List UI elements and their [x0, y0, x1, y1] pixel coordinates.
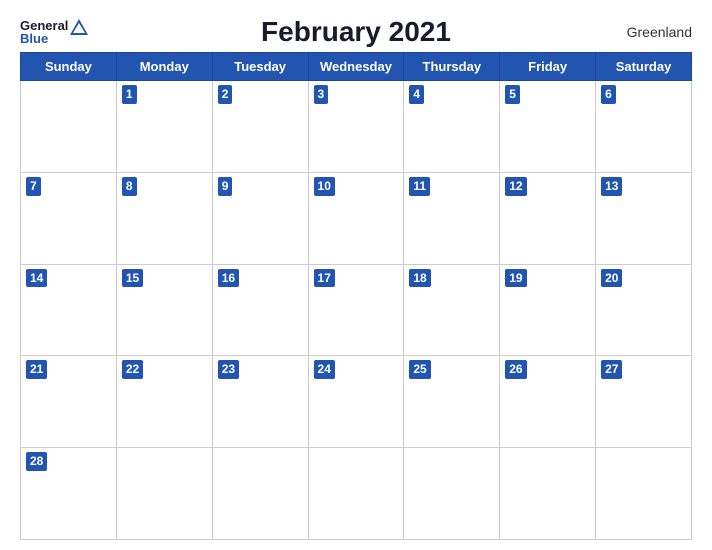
day-number-28: 28 — [26, 452, 47, 471]
day-number-12: 12 — [505, 177, 526, 196]
day-cell-4: 4 — [404, 81, 500, 173]
calendar-table: SundayMondayTuesdayWednesdayThursdayFrid… — [20, 52, 692, 540]
day-cell-2: 2 — [212, 81, 308, 173]
day-cell-20: 20 — [596, 264, 692, 356]
logo-blue-text: Blue — [20, 32, 68, 45]
day-cell-6: 6 — [596, 81, 692, 173]
day-cell-16: 16 — [212, 264, 308, 356]
day-cell-9: 9 — [212, 172, 308, 264]
weekday-header-friday: Friday — [500, 53, 596, 81]
calendar-header: General Blue February 2021 Greenland — [20, 16, 692, 48]
day-number-11: 11 — [409, 177, 430, 196]
day-cell-21: 21 — [21, 356, 117, 448]
day-number-27: 27 — [601, 360, 622, 379]
day-number-18: 18 — [409, 269, 430, 288]
day-cell-23: 23 — [212, 356, 308, 448]
day-number-5: 5 — [505, 85, 520, 104]
day-number-13: 13 — [601, 177, 622, 196]
day-number-25: 25 — [409, 360, 430, 379]
weekday-header-monday: Monday — [116, 53, 212, 81]
day-number-19: 19 — [505, 269, 526, 288]
day-number-2: 2 — [218, 85, 233, 104]
day-number-22: 22 — [122, 360, 143, 379]
logo: General Blue — [20, 19, 88, 45]
day-cell-15: 15 — [116, 264, 212, 356]
day-cell-28: 28 — [21, 448, 117, 540]
day-number-9: 9 — [218, 177, 233, 196]
day-number-8: 8 — [122, 177, 137, 196]
calendar-title: February 2021 — [261, 16, 451, 48]
empty-day-cell — [21, 81, 117, 173]
logo-icon — [70, 19, 88, 35]
day-number-15: 15 — [122, 269, 143, 288]
day-cell-12: 12 — [500, 172, 596, 264]
day-cell-26: 26 — [500, 356, 596, 448]
day-number-6: 6 — [601, 85, 616, 104]
empty-day-cell — [500, 448, 596, 540]
empty-day-cell — [404, 448, 500, 540]
day-number-21: 21 — [26, 360, 47, 379]
empty-day-cell — [596, 448, 692, 540]
week-row-3: 14 15 16 17 18 19 20 — [21, 264, 692, 356]
day-cell-14: 14 — [21, 264, 117, 356]
weekday-header-wednesday: Wednesday — [308, 53, 404, 81]
day-number-1: 1 — [122, 85, 137, 104]
day-cell-11: 11 — [404, 172, 500, 264]
day-number-17: 17 — [314, 269, 335, 288]
day-number-23: 23 — [218, 360, 239, 379]
week-row-4: 21 22 23 24 25 26 27 — [21, 356, 692, 448]
empty-day-cell — [308, 448, 404, 540]
day-number-4: 4 — [409, 85, 424, 104]
empty-day-cell — [116, 448, 212, 540]
week-row-2: 7 8 9 10 11 12 13 — [21, 172, 692, 264]
weekday-header-sunday: Sunday — [21, 53, 117, 81]
day-number-3: 3 — [314, 85, 329, 104]
day-cell-22: 22 — [116, 356, 212, 448]
day-cell-8: 8 — [116, 172, 212, 264]
weekday-header-thursday: Thursday — [404, 53, 500, 81]
week-row-1: 1 2 3 4 5 6 — [21, 81, 692, 173]
day-cell-27: 27 — [596, 356, 692, 448]
day-cell-1: 1 — [116, 81, 212, 173]
day-cell-18: 18 — [404, 264, 500, 356]
day-cell-25: 25 — [404, 356, 500, 448]
day-cell-3: 3 — [308, 81, 404, 173]
weekday-header-saturday: Saturday — [596, 53, 692, 81]
day-number-26: 26 — [505, 360, 526, 379]
region-label: Greenland — [627, 24, 692, 40]
day-cell-5: 5 — [500, 81, 596, 173]
day-cell-7: 7 — [21, 172, 117, 264]
day-number-7: 7 — [26, 177, 41, 196]
day-cell-24: 24 — [308, 356, 404, 448]
day-cell-19: 19 — [500, 264, 596, 356]
day-number-24: 24 — [314, 360, 335, 379]
empty-day-cell — [212, 448, 308, 540]
day-number-16: 16 — [218, 269, 239, 288]
day-number-10: 10 — [314, 177, 335, 196]
weekday-header-row: SundayMondayTuesdayWednesdayThursdayFrid… — [21, 53, 692, 81]
week-row-5: 28 — [21, 448, 692, 540]
day-cell-17: 17 — [308, 264, 404, 356]
day-cell-10: 10 — [308, 172, 404, 264]
weekday-header-tuesday: Tuesday — [212, 53, 308, 81]
day-number-14: 14 — [26, 269, 47, 288]
day-cell-13: 13 — [596, 172, 692, 264]
day-number-20: 20 — [601, 269, 622, 288]
